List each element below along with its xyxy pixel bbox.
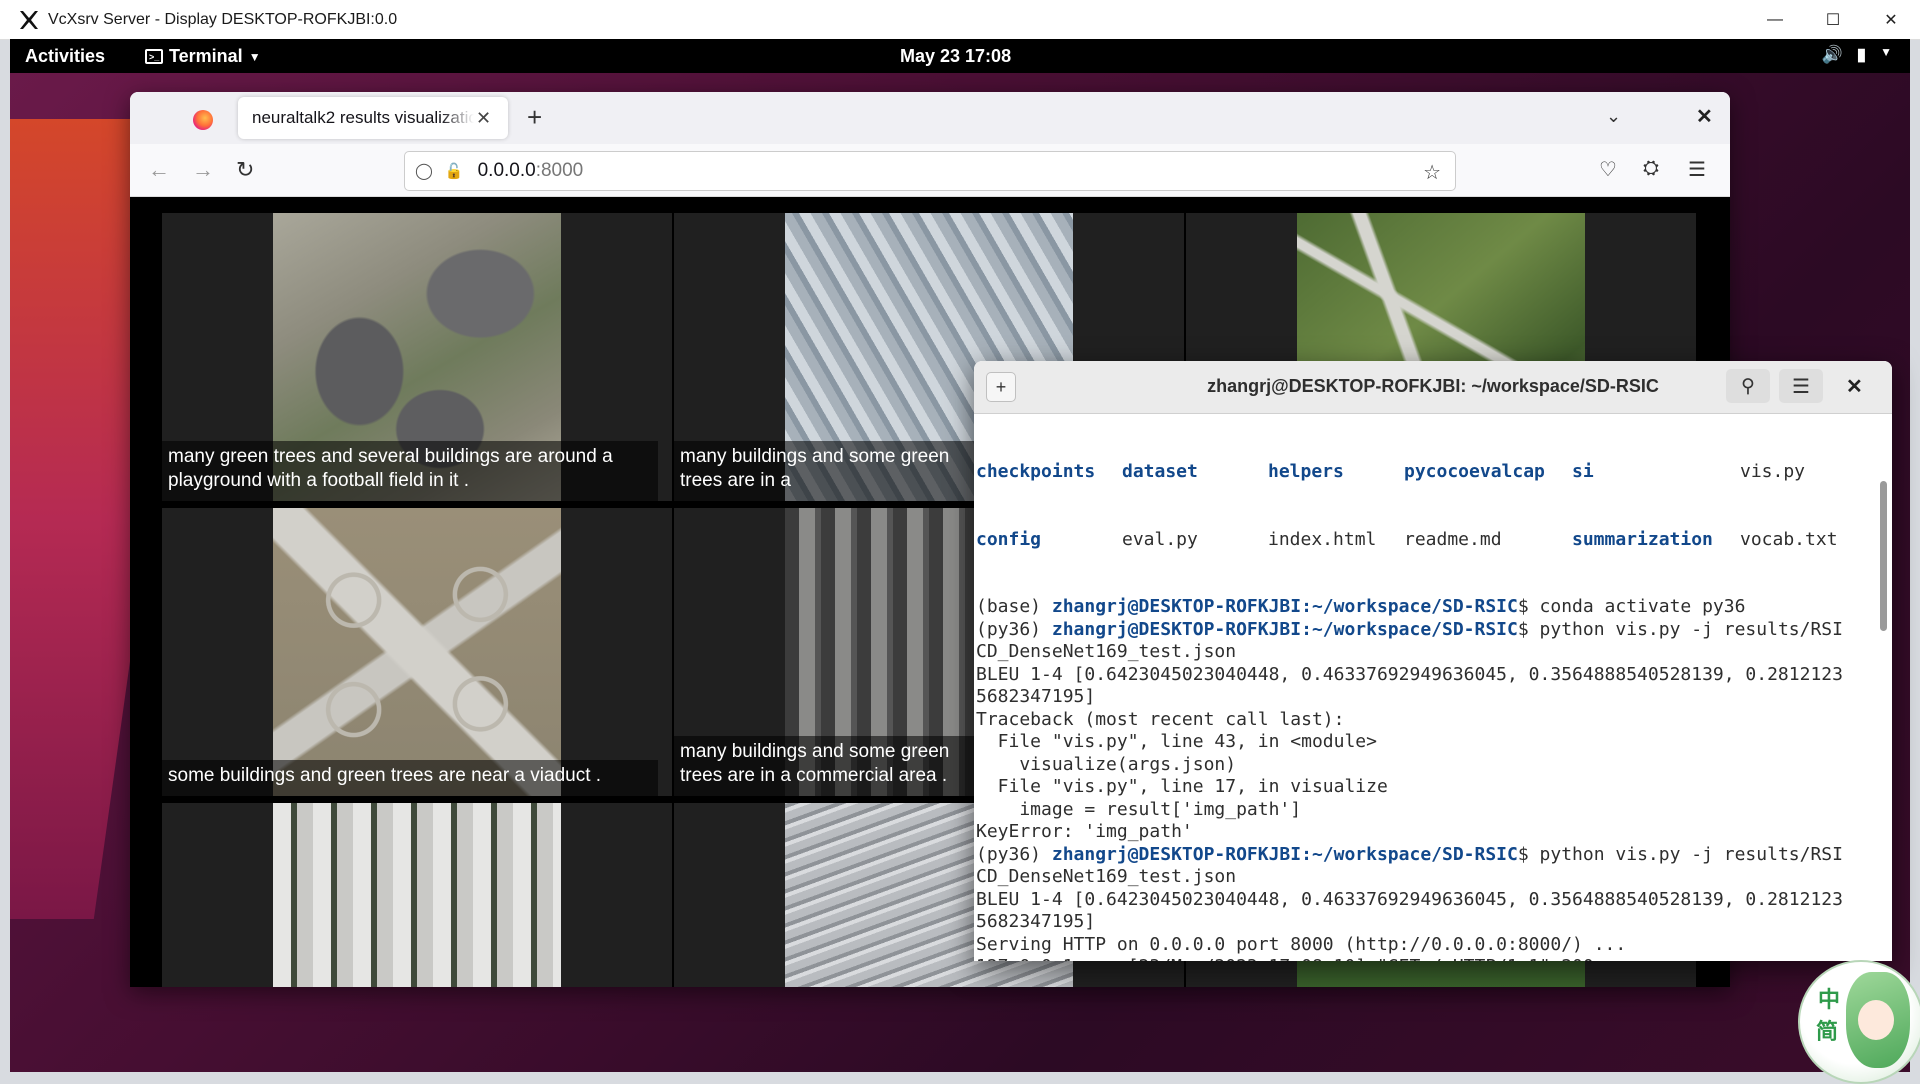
ime-char-2: 简 <box>1816 1019 1839 1044</box>
terminal-line: 5682347195] <box>976 911 1096 932</box>
ime-char-1: 中 <box>1818 987 1841 1012</box>
app-menu-label: Terminal <box>169 46 243 66</box>
terminal-line: visualize(args.json) <box>976 753 1237 775</box>
close-button[interactable]: ✕ <box>1862 0 1920 39</box>
volume-icon: 🔊 <box>1821 45 1843 64</box>
terminal-scrollbar[interactable] <box>1880 481 1887 631</box>
result-caption: many buildings and some green trees are … <box>674 441 980 501</box>
search-icon[interactable]: ⚲ <box>1726 369 1770 403</box>
terminal-line: 127.0.0.1 - - [23/May/2023 17:08:10] "GE… <box>976 956 1878 961</box>
terminal-line: File "vis.py", line 17, in visualize <box>976 776 1388 797</box>
forward-arrow-icon[interactable]: → <box>192 157 214 183</box>
terminal-output[interactable]: checkpoints dataset helpers pycocoevalcap si… <box>976 416 1878 961</box>
extensions-icon[interactable]: ⛭ <box>1643 157 1659 180</box>
tab-strip: neuraltalk2 results visualization ✕ + ⌄ … <box>130 92 1730 144</box>
activities-button[interactable]: Activities <box>25 46 105 67</box>
ls-output-row: config eval.py index.html readme.md summariz… <box>976 528 1838 550</box>
system-tray[interactable]: 🔊 ▮ ▼ <box>1822 45 1892 65</box>
terminal-line: CD_DenseNet169_test.json <box>976 641 1237 662</box>
result-caption: some buildings and green trees are near … <box>162 760 658 796</box>
ls-output-row: checkpoints dataset helpers pycocoevalcap si… <box>976 461 1806 482</box>
result-image <box>273 508 561 796</box>
host-window-title: VcXsrv Server - Display DESKTOP-ROFKJBI:… <box>48 10 398 28</box>
terminal-line: (py36) zhangrj@DESKTOP-ROFKJBI:~/workspa… <box>976 843 1843 865</box>
terminal-line: KeyError: 'img_path' <box>976 821 1193 842</box>
gnome-top-bar: Activities >_ Terminal ▼ May 23 17:08 🔊 … <box>10 39 1910 73</box>
tab-title: neuraltalk2 results visualization <box>252 108 474 127</box>
maximize-button[interactable]: ☐ <box>1804 0 1862 39</box>
terminal-icon: >_ <box>145 49 163 64</box>
close-window-button[interactable]: ✕ <box>1696 104 1713 129</box>
prompt-path: :~/workspace/SD-RSIC <box>1301 596 1518 617</box>
prompt-path: :~/workspace/SD-RSIC <box>1301 843 1518 865</box>
terminal-line: Traceback (most recent call last): <box>976 708 1345 730</box>
prompt-path: :~/workspace/SD-RSIC <box>1301 618 1518 640</box>
pocket-icon[interactable]: ♡ <box>1599 157 1617 182</box>
new-tab-button[interactable]: + <box>527 102 542 133</box>
prompt-user: zhangrj@DESKTOP-ROFKJBI <box>1051 618 1302 640</box>
result-image <box>273 803 561 987</box>
terminal-line: 5682347195] <box>976 686 1096 707</box>
terminal-line: (base) zhangrj@DESKTOP-ROFKJBI:~/workspa… <box>976 596 1746 617</box>
insecure-lock-icon[interactable]: 🔓 <box>445 162 464 180</box>
command-text: $ python vis.py -j results/RSI <box>1517 618 1843 640</box>
terminal-line: File "vis.py", line 43, in <module> <box>976 731 1377 752</box>
prompt-user: zhangrj@DESKTOP-ROFKJBI <box>1051 596 1302 617</box>
shield-icon[interactable]: ◯ <box>415 161 433 181</box>
bookmark-star-icon[interactable]: ☆ <box>1423 160 1441 185</box>
terminal-headerbar: + zhangrj@DESKTOP-ROFKJBI: ~/workspace/S… <box>974 361 1892 414</box>
host-window-titlebar: VcXsrv Server - Display DESKTOP-ROFKJBI:… <box>0 0 1920 40</box>
battery-icon: ▮ <box>1856 45 1867 64</box>
ime-mascot-badge[interactable]: 中 简 <box>1798 960 1920 1084</box>
vcxsrv-x-icon <box>20 10 38 29</box>
result-tile: many green trees and several buildings a… <box>162 213 672 501</box>
terminal-line: (py36) zhangrj@DESKTOP-ROFKJBI:~/workspa… <box>976 618 1843 640</box>
terminal-line: Serving HTTP on 0.0.0.0 port 8000 (http:… <box>976 933 1627 955</box>
minimize-button[interactable]: — <box>1746 0 1804 39</box>
command-text: $ python vis.py -j results/RSI <box>1517 843 1843 865</box>
prompt-user: zhangrj@DESKTOP-ROFKJBI <box>1051 843 1302 865</box>
terminal-line: BLEU 1-4 [0.6423045023040448, 0.46337692… <box>976 888 1843 910</box>
result-caption: many buildings and some green trees are … <box>674 736 980 796</box>
clock[interactable]: May 23 17:08 <box>900 46 1011 67</box>
chevron-down-icon: ▼ <box>248 49 261 64</box>
url-text[interactable]: 0.0.0.0:8000 <box>478 160 584 182</box>
firefox-logo-icon <box>193 110 213 130</box>
url-bar[interactable]: ◯ 🔓 0.0.0.0:8000 ☆ <box>404 151 1456 191</box>
terminal-line: image = result['img_path'] <box>976 798 1302 820</box>
terminal-window: + zhangrj@DESKTOP-ROFKJBI: ~/workspace/S… <box>974 361 1892 961</box>
terminal-line: BLEU 1-4 [0.6423045023040448, 0.46337692… <box>976 663 1843 685</box>
tab-close-icon[interactable]: ✕ <box>476 108 491 129</box>
menu-hamburger-icon[interactable]: ☰ <box>1688 157 1706 182</box>
app-menu-terminal[interactable]: >_ Terminal ▼ <box>145 46 261 67</box>
result-tile <box>162 803 672 987</box>
terminal-line: CD_DenseNet169_test.json <box>976 866 1237 887</box>
result-caption: many green trees and several buildings a… <box>162 441 658 501</box>
reload-icon[interactable]: ↻ <box>236 157 254 183</box>
back-arrow-icon[interactable]: ← <box>148 157 170 183</box>
navigation-toolbar: ← → ↻ ◯ 🔓 0.0.0.0:8000 ☆ ♡ ⛭ ☰ <box>130 144 1730 197</box>
list-all-tabs-button[interactable]: ⌄ <box>1606 106 1621 127</box>
menu-hamburger-icon[interactable]: ☰ <box>1779 369 1823 403</box>
mascot-face <box>1858 1000 1894 1040</box>
close-icon[interactable]: ✕ <box>1846 374 1863 399</box>
command-text: $ conda activate py36 <box>1517 596 1746 617</box>
chevron-down-icon: ▼ <box>1880 45 1892 59</box>
result-tile: some buildings and green trees are near … <box>162 508 672 796</box>
tab-neuraltalk2[interactable]: neuraltalk2 results visualization ✕ <box>238 97 508 139</box>
